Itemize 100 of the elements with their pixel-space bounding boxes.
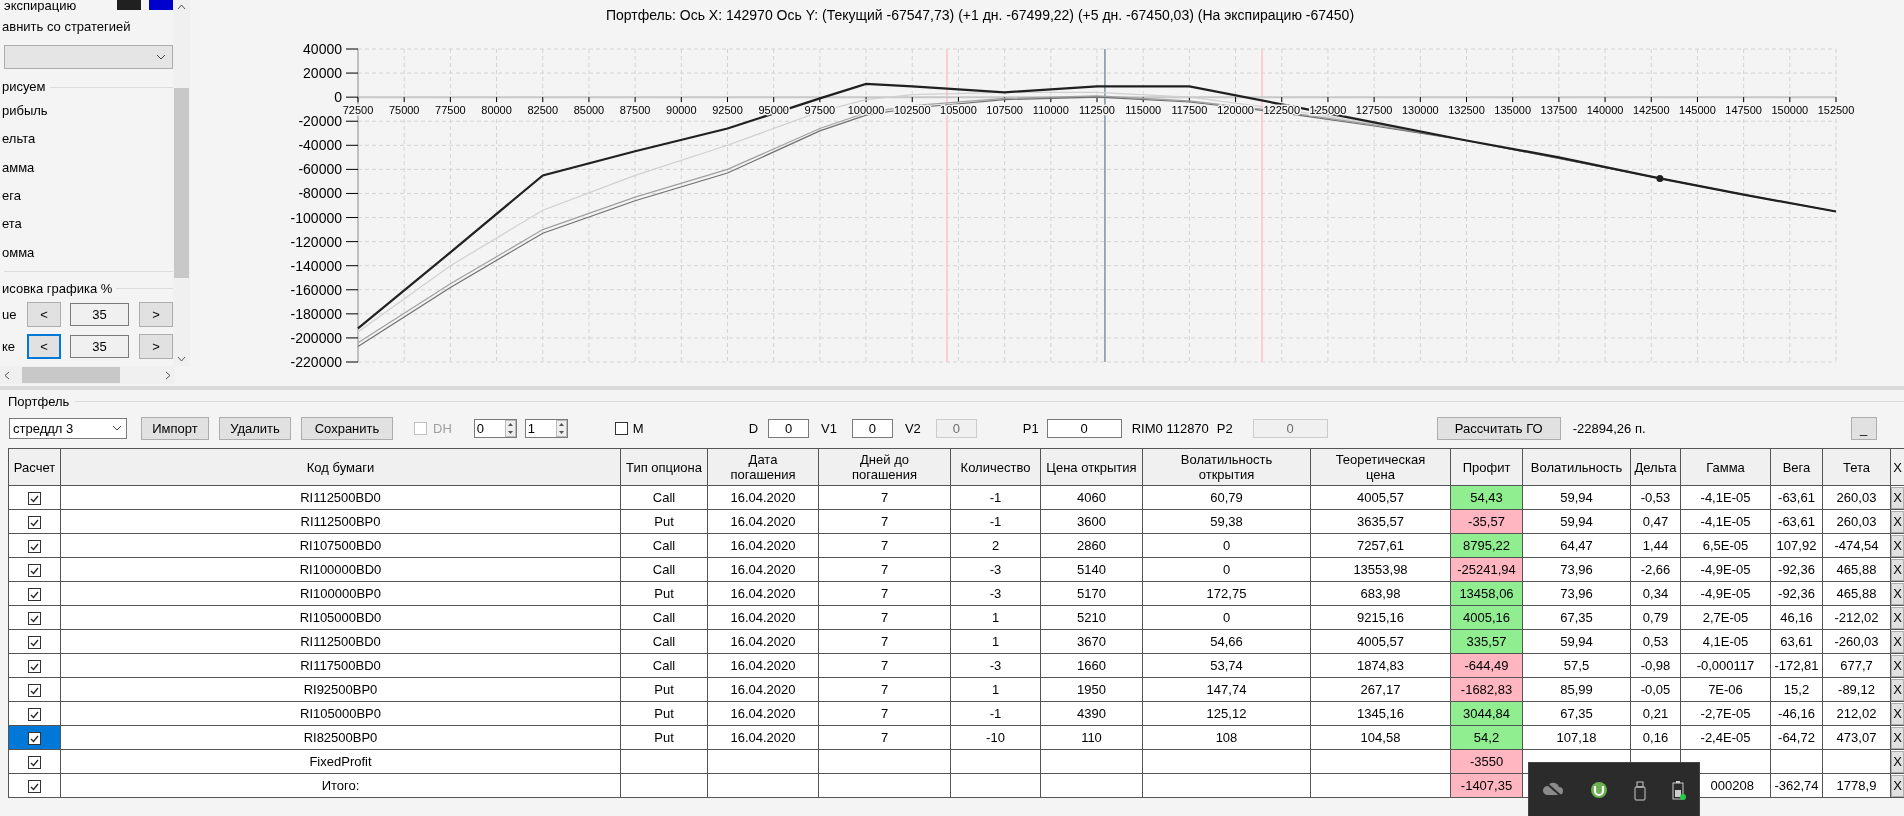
remove-button[interactable]: X [1891,606,1904,629]
table-cell: FixedProfit [60,749,621,774]
remove-button[interactable]: X [1891,582,1904,605]
spin-field[interactable]: 0 [473,418,517,438]
value-field[interactable]: 35 [70,335,129,359]
remove-button[interactable]: X [1891,678,1904,701]
remove-button[interactable]: X [1891,534,1904,557]
increase-button[interactable]: > [139,302,173,328]
checkbox[interactable] [28,780,41,794]
selection-cell[interactable] [8,629,61,654]
horizontal-scrollbar[interactable] [0,366,175,384]
option-label[interactable]: рибыль [2,104,48,119]
checkbox[interactable] [614,421,628,435]
vertical-scrollbar[interactable] [173,0,190,366]
remove-button[interactable]: X [1891,654,1904,677]
table-cell: Итого: [60,773,621,798]
x-tick-label: 117500 [1171,104,1208,117]
scroll-up-icon[interactable] [177,4,186,10]
minimize-button[interactable]: _ [1850,416,1877,440]
table-cell: 73,96 [1522,557,1631,582]
color-swatch[interactable] [149,0,173,10]
remove-button[interactable]: X [1891,486,1904,509]
column-header[interactable]: Дней до погашения [818,448,951,486]
selection-cell[interactable] [8,677,61,702]
remove-button[interactable]: X [1891,750,1904,773]
calculate-button[interactable]: Рассчитать ГО [1436,416,1561,440]
checkbox[interactable] [28,492,41,506]
selection-cell[interactable] [8,605,61,630]
column-header[interactable]: Профит [1450,448,1523,486]
spin-arrows-icon[interactable] [504,419,516,437]
y-tick-label: -140000 [290,257,342,274]
remove-button[interactable]: X [1891,702,1904,725]
remove-button[interactable]: X [1891,726,1904,749]
decrease-button[interactable]: < [27,302,61,328]
checkbox[interactable] [28,564,41,578]
battery-icon[interactable] [1672,781,1686,801]
remove-button[interactable]: X [1891,510,1904,533]
strategy-select[interactable]: стреддл 3 [9,417,127,439]
selection-cell[interactable] [8,653,61,678]
checkbox[interactable] [28,540,41,554]
checkbox[interactable] [28,756,41,770]
checkbox[interactable] [28,612,41,626]
column-header[interactable]: Тип опциона [620,448,708,486]
scroll-right-icon[interactable] [165,370,171,380]
table-cell: 6,5E-05 [1680,533,1771,558]
spin-field[interactable]: 1 [524,418,568,438]
value-field[interactable]: 35 [70,303,129,327]
toolbar-button[interactable]: Удалить [219,416,291,440]
selection-cell[interactable] [8,557,61,582]
input-field[interactable]: 0 [768,418,809,438]
scroll-left-icon[interactable] [4,370,10,380]
column-header[interactable]: Волатильность [1522,448,1631,486]
checkbox[interactable] [28,708,41,722]
checkbox[interactable] [28,636,41,650]
input-field[interactable]: 0 [1046,418,1122,438]
selection-cell[interactable] [8,749,61,774]
option-label[interactable]: амма [2,160,35,175]
increase-button[interactable]: > [139,334,173,360]
usb-drive-icon[interactable] [1634,781,1646,801]
input-field[interactable]: 0 [851,418,893,438]
column-header[interactable]: Дата погашения [707,448,819,486]
checkbox[interactable] [28,732,41,746]
option-label[interactable]: ега [2,189,21,204]
column-header[interactable]: Теоретическая цена [1310,448,1451,486]
column-header[interactable]: Тета [1822,448,1891,486]
toolbar-button[interactable]: Импорт [141,416,209,440]
option-label[interactable]: ельта [2,132,36,147]
column-header[interactable]: Волатильность открытия [1142,448,1311,486]
remove-button[interactable]: X [1891,630,1904,653]
selection-cell[interactable] [8,725,61,750]
selection-cell[interactable] [8,533,61,558]
checkbox[interactable] [28,660,41,674]
swatch-label: экспирацию [4,0,77,12]
checkbox[interactable] [28,684,41,698]
remove-button[interactable]: X [1891,774,1904,797]
cloud-off-icon[interactable] [1542,781,1564,797]
table-cell: 4390 [1040,701,1143,726]
remove-button[interactable]: X [1891,558,1904,581]
column-header[interactable]: Дельта [1630,448,1681,486]
spin-arrows-icon[interactable] [555,419,567,437]
column-header[interactable]: Расчет [8,448,61,486]
selection-cell[interactable] [8,485,61,510]
app-logo-icon[interactable] [1590,781,1608,799]
decrease-button[interactable]: < [27,334,61,360]
selection-cell[interactable] [8,581,61,606]
column-header[interactable]: Цена открытия [1040,448,1143,486]
column-header[interactable]: Гамма [1680,448,1771,486]
column-header[interactable]: Код бумаги [60,448,621,486]
selection-cell[interactable] [8,701,61,726]
scroll-down-icon[interactable] [177,356,186,362]
checkbox[interactable] [28,516,41,530]
checkbox[interactable] [28,588,41,602]
color-swatch[interactable] [117,0,141,10]
option-label[interactable]: омма [2,245,35,260]
option-label[interactable]: ета [2,217,22,232]
selection-cell[interactable] [8,509,61,534]
column-header[interactable]: Количество [950,448,1041,486]
toolbar-button[interactable]: Сохранить [301,416,393,440]
column-header[interactable]: Вега [1770,448,1823,486]
selection-cell[interactable] [8,773,61,798]
